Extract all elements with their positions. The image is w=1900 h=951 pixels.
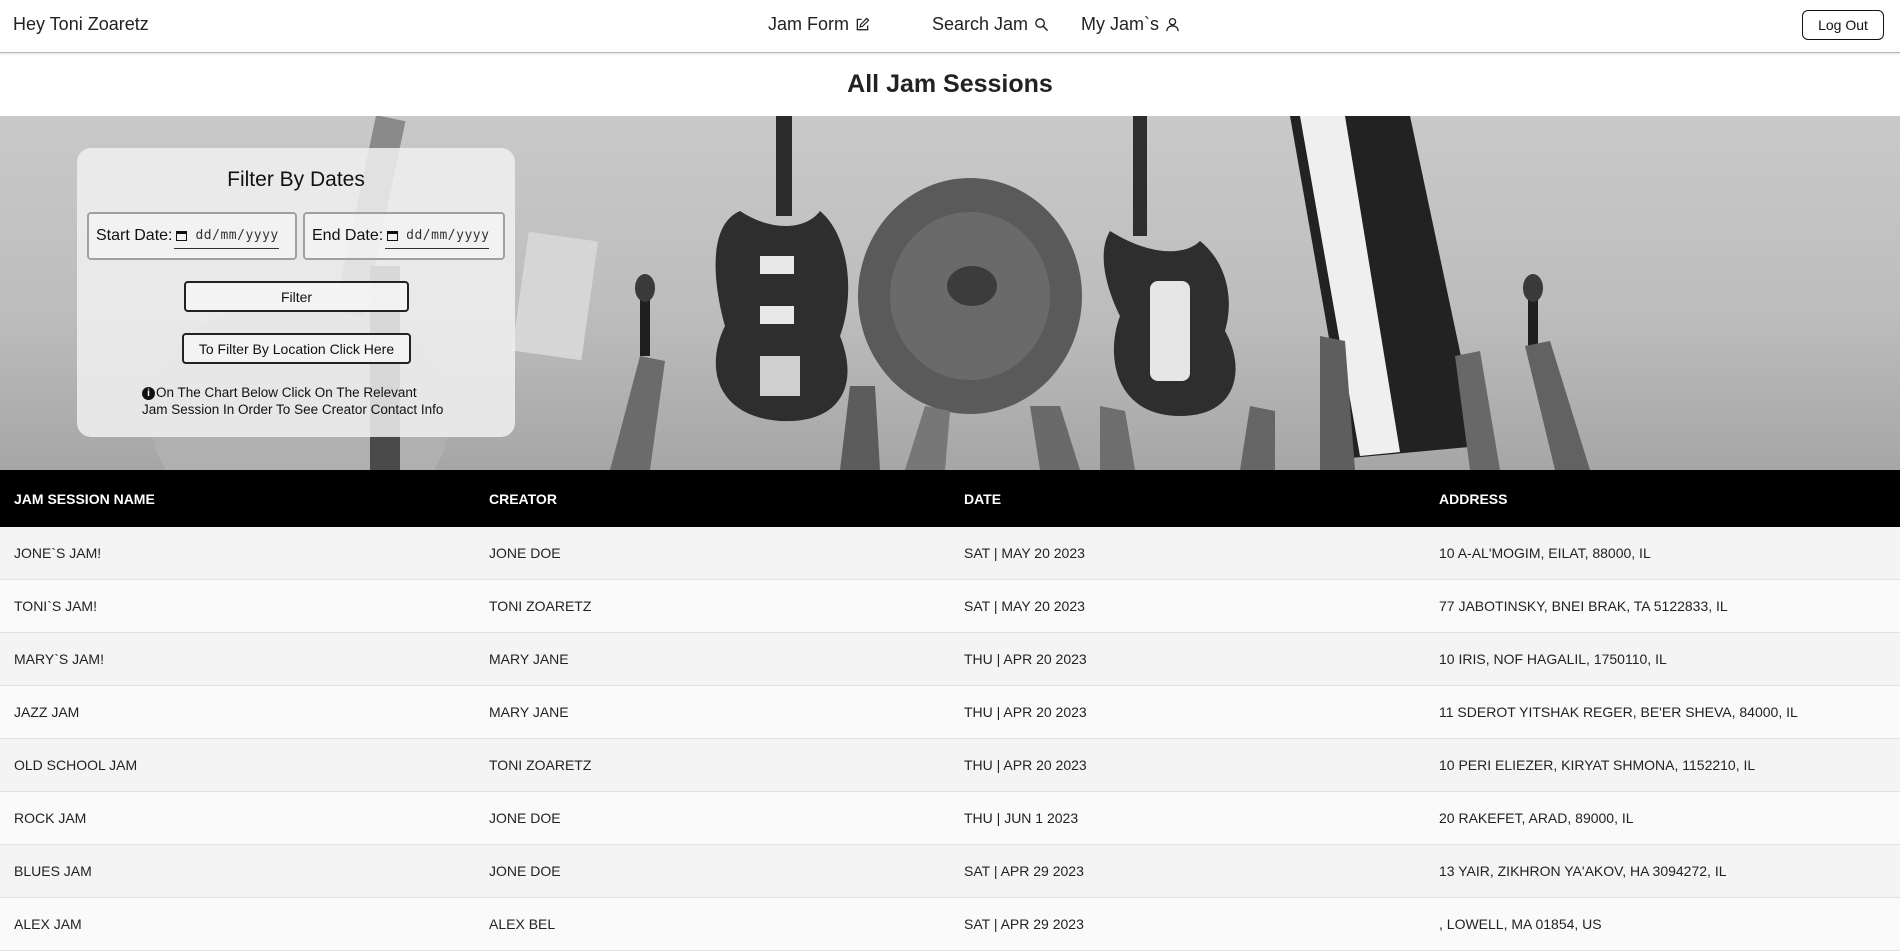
cell-creator: JONE DOE [489, 810, 561, 826]
cell-date: THU | APR 20 2023 [964, 704, 1087, 720]
filter-title: Filter By Dates [227, 168, 365, 191]
cell-date: SAT | APR 29 2023 [964, 863, 1084, 879]
greeting-text: Hey Toni Zoaretz [13, 14, 149, 34]
start-date-input[interactable]: dd/mm/yyyy [174, 223, 279, 249]
cell-creator: MARY JANE [489, 704, 569, 720]
cell-creator: JONE DOE [489, 545, 561, 561]
header-creator: CREATOR [489, 490, 557, 507]
cell-name: MARY`S JAM! [14, 651, 104, 667]
calendar-icon[interactable] [387, 230, 399, 241]
cell-address: 77 JABOTINSKY, BNEI BRAK, TA 5122833, IL [1439, 598, 1728, 614]
info-note: i On The Chart Below Click On The Relevan… [142, 384, 443, 418]
start-date-label: Start Date: [96, 227, 173, 244]
start-date-field: Start Date: dd/mm/yyyy [87, 212, 297, 260]
nav-my-jams-link[interactable]: My Jam`s [1081, 14, 1180, 35]
user-icon [1166, 17, 1179, 32]
info-line-2: Jam Session In Order To See Creator Cont… [142, 402, 444, 417]
cell-address: , LOWELL, MA 01854, US [1439, 916, 1602, 932]
cell-address: 10 A-AL'MOGIM, EILAT, 88000, IL [1439, 545, 1651, 561]
cell-creator: MARY JANE [489, 651, 569, 667]
cell-name: TONI`S JAM! [14, 598, 97, 614]
filter-by-dates-card: Filter By Dates Start Date: dd/mm/yyyy E… [77, 148, 515, 437]
end-date-placeholder: dd/mm/yyyy [406, 228, 490, 243]
cell-date: SAT | MAY 20 2023 [964, 598, 1085, 614]
cell-creator: TONI ZOARETZ [489, 757, 592, 773]
cell-date: THU | APR 20 2023 [964, 651, 1087, 667]
cell-date: THU | APR 20 2023 [964, 757, 1087, 773]
end-date-input[interactable]: dd/mm/yyyy [385, 223, 490, 249]
nav-links: Jam Form Search Jam My Jam`s [768, 14, 1180, 35]
cell-name: JAZZ JAM [14, 704, 80, 720]
nav-jam-form-label: Jam Form [768, 14, 849, 34]
cell-address: 11 SDEROT YITSHAK REGER, BE'ER SHEVA, 84… [1439, 704, 1798, 720]
cell-name: OLD SCHOOL JAM [14, 757, 138, 773]
cell-creator: JONE DOE [489, 863, 561, 879]
nav-jam-form-link[interactable]: Jam Form [768, 14, 870, 35]
table-row[interactable]: TONI`S JAM! TONI ZOARETZ SAT | MAY 20 20… [0, 580, 1900, 633]
hero-banner: Filter By Dates Start Date: dd/mm/yyyy E… [0, 116, 1900, 470]
nav-search-jam-link[interactable]: Search Jam [932, 14, 1049, 35]
page-title: All Jam Sessions [847, 70, 1053, 98]
filter-by-location-button[interactable]: To Filter By Location Click Here [182, 333, 411, 364]
edit-icon [856, 17, 870, 31]
nav-search-jam-label: Search Jam [932, 14, 1029, 34]
table-row[interactable]: ROCK JAM JONE DOE THU | JUN 1 2023 20 RA… [0, 792, 1900, 845]
header-date: DATE [964, 490, 1002, 507]
cell-address: 13 YAIR, ZIKHRON YA'AKOV, HA 3094272, IL [1439, 863, 1727, 879]
calendar-icon[interactable] [176, 230, 188, 241]
nav-my-jams-label: My Jam`s [1081, 14, 1160, 34]
table-row[interactable]: BLUES JAM JONE DOE SAT | APR 29 2023 13 … [0, 845, 1900, 898]
cell-date: SAT | MAY 20 2023 [964, 545, 1085, 561]
cell-name: JONE`S JAM! [14, 545, 102, 561]
info-icon: i [142, 387, 155, 400]
cell-creator: ALEX BEL [489, 916, 556, 932]
start-date-placeholder: dd/mm/yyyy [195, 228, 279, 243]
table-row[interactable]: JAZZ JAM MARY JANE THU | APR 20 2023 11 … [0, 686, 1900, 739]
end-date-label: End Date: [312, 227, 384, 244]
cell-address: 10 PERI ELIEZER, KIRYAT SHMONA, 1152210,… [1439, 757, 1756, 773]
table-row[interactable]: MARY`S JAM! MARY JANE THU | APR 20 2023 … [0, 633, 1900, 686]
cell-creator: TONI ZOARETZ [489, 598, 592, 614]
end-date-field: End Date: dd/mm/yyyy [303, 212, 505, 260]
cell-name: ROCK JAM [14, 810, 87, 826]
cell-date: THU | JUN 1 2023 [964, 810, 1079, 826]
cell-name: BLUES JAM [14, 863, 92, 879]
cell-name: ALEX JAM [14, 916, 82, 932]
jam-sessions-table: JAM SESSION NAME CREATOR DATE ADDRESS JO… [0, 470, 1900, 951]
cell-date: SAT | APR 29 2023 [964, 916, 1084, 932]
table-row[interactable]: OLD SCHOOL JAM TONI ZOARETZ THU | APR 20… [0, 739, 1900, 792]
table-header: JAM SESSION NAME CREATOR DATE ADDRESS [0, 470, 1900, 527]
search-icon [1035, 18, 1049, 32]
header-jam-session-name: JAM SESSION NAME [14, 490, 155, 507]
table-row[interactable]: ALEX JAM ALEX BEL SAT | APR 29 2023 , LO… [0, 898, 1900, 951]
cell-address: 10 IRIS, NOF HAGALIL, 1750110, IL [1439, 651, 1667, 667]
table-row[interactable]: JONE`S JAM! JONE DOE SAT | MAY 20 2023 1… [0, 527, 1900, 580]
cell-address: 20 RAKEFET, ARAD, 89000, IL [1439, 810, 1634, 826]
top-navbar: Hey Toni Zoaretz Jam Form Search Jam My … [0, 0, 1900, 53]
header-address: ADDRESS [1439, 490, 1508, 507]
logout-button[interactable]: Log Out [1802, 10, 1884, 40]
info-line-1: On The Chart Below Click On The Relevant [156, 385, 417, 400]
filter-button[interactable]: Filter [184, 281, 409, 312]
